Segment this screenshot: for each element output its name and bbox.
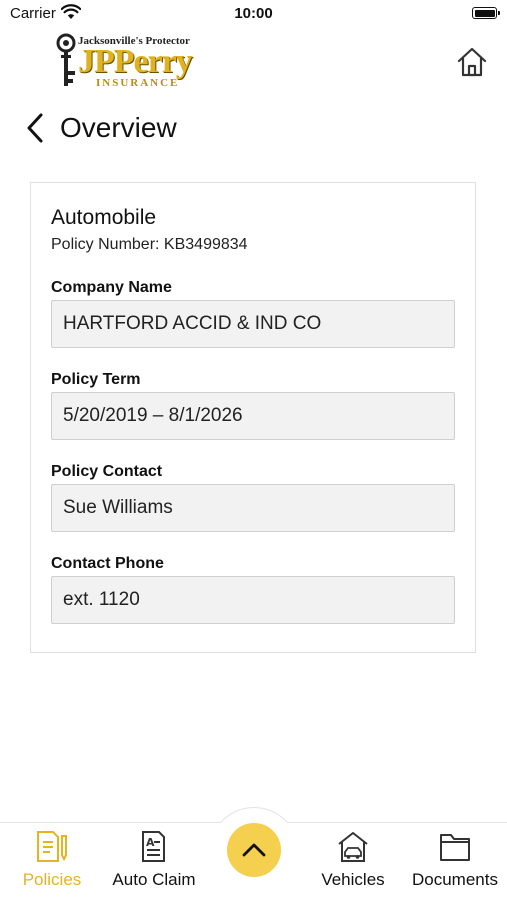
policy-number: Policy Number: KB3499834 — [51, 236, 248, 253]
policy-contact-value: Sue Williams — [63, 497, 173, 518]
policy-term-value: 5/20/2019 – 8/1/2026 — [63, 405, 243, 426]
policy-contact-field[interactable]: Sue Williams — [51, 484, 455, 532]
vehicles-icon — [338, 832, 368, 862]
home-icon[interactable] — [456, 46, 488, 78]
company-name-label: Company Name — [51, 279, 172, 296]
battery-icon — [472, 7, 500, 19]
key-icon — [56, 33, 76, 86]
logo-subtitle: INSURANCE — [96, 77, 180, 89]
tab-auto-claim-label: Auto Claim — [112, 870, 196, 889]
policy-card: Automobile Policy Number: KB3499834 Comp… — [30, 182, 476, 653]
policy-type: Automobile — [51, 206, 157, 229]
company-logo: Jacksonville's Protector JPPerry INSURAN… — [50, 33, 210, 93]
auto-claim-icon: A — [142, 831, 165, 862]
tab-policies-label: Policies — [22, 870, 82, 889]
chevron-left-icon[interactable] — [24, 112, 46, 144]
tab-documents-label: Documents — [412, 870, 498, 889]
tab-vehicles-label: Vehicles — [321, 870, 385, 889]
status-bar: Carrier 10:00 — [0, 0, 507, 28]
center-up-button[interactable] — [227, 823, 281, 877]
logo-brand: JPPerry — [78, 43, 193, 80]
policies-icon — [37, 831, 67, 862]
contact-phone-field[interactable]: ext. 1120 — [51, 576, 455, 624]
documents-icon — [440, 834, 470, 861]
tab-auto-claim[interactable]: A Auto Claim — [104, 830, 204, 896]
chevron-up-icon — [242, 843, 266, 857]
tab-documents[interactable]: Documents — [407, 830, 503, 896]
contact-phone-value: ext. 1120 — [63, 589, 140, 610]
policy-term-field[interactable]: 5/20/2019 – 8/1/2026 — [51, 392, 455, 440]
contact-phone-label: Contact Phone — [51, 555, 164, 572]
page-title: Overview — [60, 112, 177, 143]
company-name-field[interactable]: HARTFORD ACCID & IND CO — [51, 300, 455, 348]
status-time: 10:00 — [234, 5, 273, 22]
tab-vehicles[interactable]: Vehicles — [314, 830, 392, 896]
tab-policies[interactable]: Policies — [16, 830, 88, 896]
company-name-value: HARTFORD ACCID & IND CO — [63, 313, 322, 334]
svg-text:A: A — [146, 836, 155, 849]
policy-contact-label: Policy Contact — [51, 463, 163, 480]
policy-term-label: Policy Term — [51, 371, 141, 388]
